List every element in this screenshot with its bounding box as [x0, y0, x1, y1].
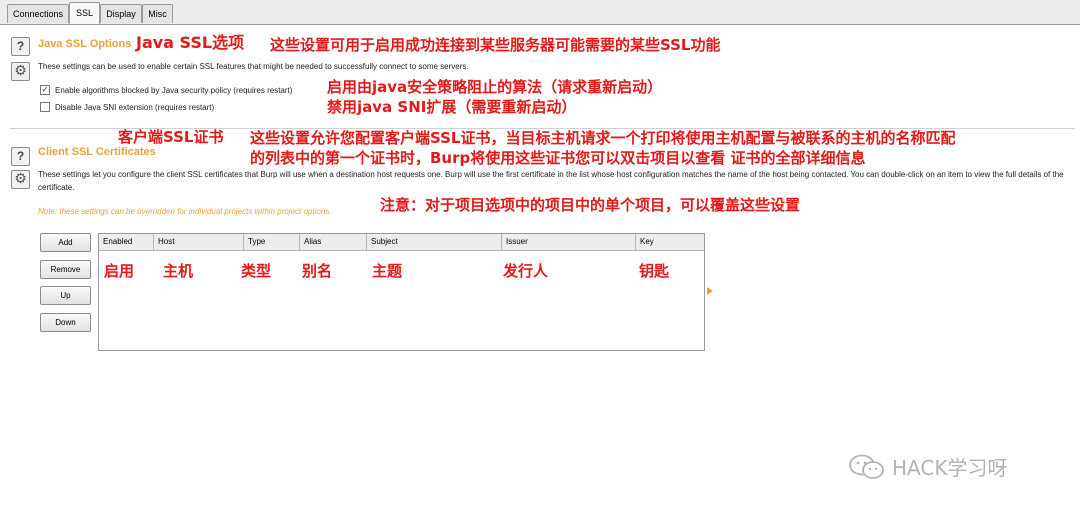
- client-ssl-description: These settings let you configure the cli…: [38, 170, 1064, 192]
- gear-icon[interactable]: ⚙: [11, 62, 30, 81]
- column-subject-cn: 主题: [372, 262, 403, 280]
- tab-ssl[interactable]: SSL: [69, 2, 100, 24]
- enable-blocked-algorithms-option[interactable]: ✓ Enable algorithms blocked by Java secu…: [40, 85, 292, 95]
- tab-bar: Connections SSL Display Misc: [0, 0, 1080, 25]
- watermark: HACK学习呀: [848, 452, 1007, 481]
- java-ssl-description: These settings can be used to enable cer…: [38, 62, 469, 71]
- client-ssl-description-cn-2: 的列表中的第一个证书时，Burp将使用这些证书您可以双击项目以查看 证书的全部详…: [250, 149, 866, 167]
- java-ssl-title-cn: Java SSL选项: [136, 33, 245, 52]
- disable-sni-label: Disable Java SNI extension (requires res…: [55, 102, 215, 112]
- client-certificates-table[interactable]: Enabled Host Type Alias Subject Issuer K…: [98, 233, 705, 351]
- java-ssl-description-cn: 这些设置可用于启用成功连接到某些服务器可能需要的某些SSL功能: [270, 36, 721, 54]
- column-issuer[interactable]: Issuer: [502, 234, 636, 250]
- remove-button[interactable]: Remove: [40, 260, 91, 279]
- column-key[interactable]: Key: [636, 234, 704, 250]
- client-ssl-note: Note: these settings can be overridden f…: [38, 207, 332, 216]
- client-ssl-title-cn: 客户端SSL证书: [118, 128, 224, 146]
- enable-blocked-algorithms-cn: 启用由java安全策略阻止的算法（请求重新启动）: [327, 78, 663, 96]
- wechat-icon: [849, 454, 884, 479]
- expand-arrow-icon[interactable]: [707, 287, 713, 295]
- help-icon[interactable]: ?: [11, 37, 30, 56]
- client-ssl-note-cn: 注意：对于项目选项中的项目中的单个项目，可以覆盖这些设置: [380, 196, 801, 214]
- gear-icon[interactable]: ⚙: [11, 170, 30, 189]
- column-enabled-cn: 启用: [104, 262, 135, 280]
- java-ssl-title: Java SSL Options: [38, 38, 132, 50]
- disable-sni-option[interactable]: Disable Java SNI extension (requires res…: [40, 102, 214, 112]
- client-ssl-description-cn-1: 这些设置允许您配置客户端SSL证书，当目标主机请求一个打印将使用主机配置与被联系…: [250, 129, 956, 147]
- column-subject[interactable]: Subject: [367, 234, 502, 250]
- help-icon[interactable]: ?: [11, 147, 30, 166]
- enable-blocked-algorithms-checkbox[interactable]: ✓: [40, 85, 50, 95]
- tab-connections[interactable]: Connections: [7, 4, 69, 23]
- column-type[interactable]: Type: [244, 234, 300, 250]
- up-button[interactable]: Up: [40, 286, 91, 305]
- column-key-cn: 钥匙: [639, 262, 670, 280]
- column-alias[interactable]: Alias: [300, 234, 367, 250]
- tab-misc[interactable]: Misc: [142, 4, 173, 23]
- watermark-text: HACK学习呀: [892, 456, 1008, 480]
- tab-display[interactable]: Display: [100, 4, 142, 23]
- down-button[interactable]: Down: [40, 313, 91, 332]
- table-header: Enabled Host Type Alias Subject Issuer K…: [99, 234, 704, 251]
- column-type-cn: 类型: [241, 262, 272, 280]
- add-button[interactable]: Add: [40, 233, 91, 252]
- column-host[interactable]: Host: [154, 234, 244, 250]
- disable-sni-checkbox[interactable]: [40, 102, 50, 112]
- column-issuer-cn: 发行人: [503, 262, 549, 280]
- disable-sni-cn: 禁用java SNI扩展（需要重新启动）: [327, 98, 577, 116]
- enable-blocked-algorithms-label: Enable algorithms blocked by Java securi…: [55, 85, 293, 95]
- column-enabled[interactable]: Enabled: [99, 234, 154, 250]
- client-ssl-title: Client SSL Certificates: [38, 146, 156, 158]
- column-alias-cn: 别名: [302, 262, 333, 280]
- column-host-cn: 主机: [163, 262, 194, 280]
